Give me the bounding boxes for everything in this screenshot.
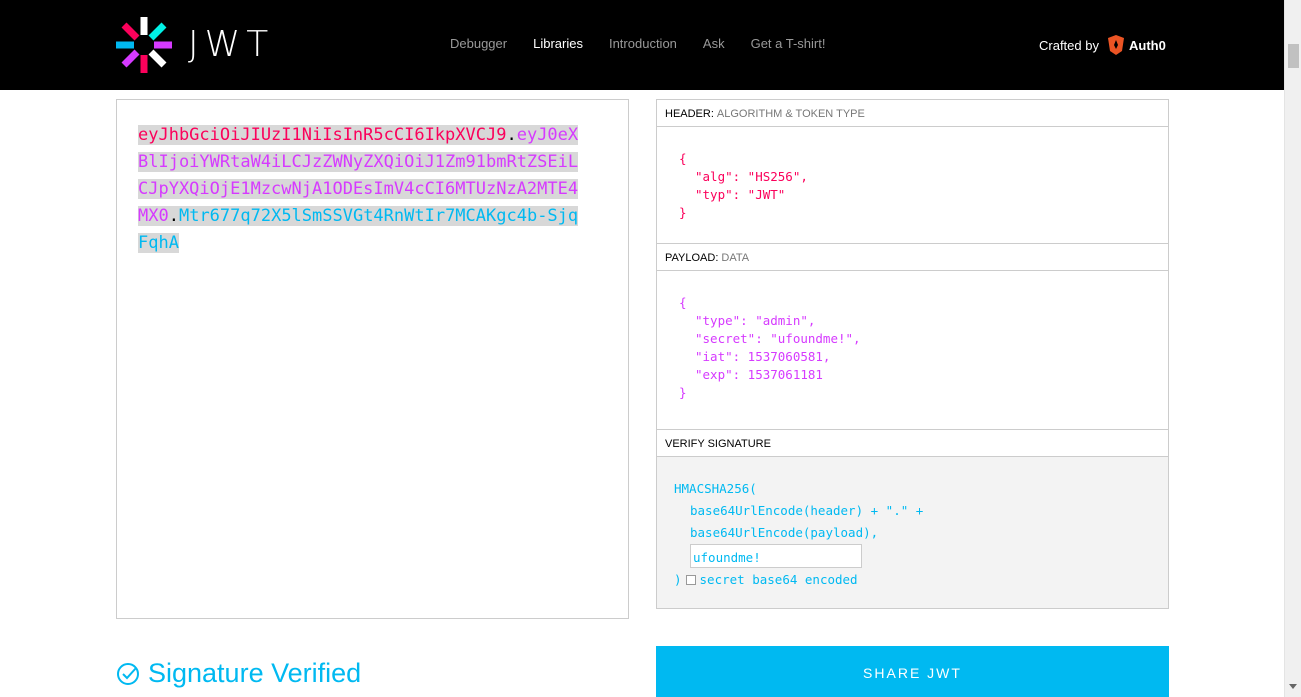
encoded-token-panel[interactable]: eyJhbGciOiJIUzI1NiIsInR5cCI6IkpXVCJ9.eyJ… <box>116 99 629 619</box>
crafted-by: Crafted by Auth0 <box>1039 35 1166 55</box>
top-navigation-bar: JWT Debugger Libraries Introduction Ask … <box>0 0 1284 90</box>
nav-libraries[interactable]: Libraries <box>533 36 583 51</box>
json-close-brace: } <box>679 385 687 400</box>
json-line: "type": "admin", <box>695 313 816 328</box>
nav-ask[interactable]: Ask <box>703 36 725 51</box>
payload-title: PAYLOAD: <box>665 252 719 264</box>
header-title: HEADER: <box>665 108 714 120</box>
share-jwt-button[interactable]: SHARE JWT <box>656 646 1169 697</box>
token-dot: . <box>506 125 517 145</box>
token-signature-part: Mtr677q72X5lSmSSVGt4RnWtIr7MCAKgc4b-SjqF… <box>138 206 579 253</box>
logo-wordmark[interactable]: JWT <box>188 24 274 65</box>
json-open-brace: { <box>679 295 687 310</box>
json-line: "alg": "HS256", <box>695 169 808 184</box>
encoded-token-text[interactable]: eyJhbGciOiJIUzI1NiIsInR5cCI6IkpXVCJ9.eyJ… <box>138 122 579 257</box>
payload-subtitle: DATA <box>721 252 750 264</box>
payload-section-title: PAYLOAD: DATA <box>656 243 1169 271</box>
payload-json-editor[interactable]: { "type": "admin", "secret": "ufoundme!"… <box>656 271 1169 429</box>
json-open-brace: { <box>679 151 687 166</box>
auth0-logo-icon <box>1107 35 1124 55</box>
jwt-logo-icon[interactable] <box>116 17 172 73</box>
header-json-editor[interactable]: { "alg": "HS256", "typ": "JWT" } <box>656 127 1169 243</box>
hmac-close-paren: ) <box>674 572 682 587</box>
nav-get-tshirt[interactable]: Get a T-shirt! <box>751 36 826 51</box>
main-nav: Debugger Libraries Introduction Ask Get … <box>450 36 851 51</box>
header-subtitle: ALGORITHM & TOKEN TYPE <box>716 108 865 120</box>
nav-debugger[interactable]: Debugger <box>450 36 507 51</box>
token-dot: . <box>168 206 179 226</box>
check-circle-icon <box>117 662 139 685</box>
base64-checkbox[interactable] <box>685 575 696 585</box>
nav-introduction[interactable]: Introduction <box>609 36 677 51</box>
crafted-by-label: Crafted by <box>1039 37 1099 53</box>
token-header-part: eyJhbGciOiJIUzI1NiIsInR5cCI6IkpXVCJ9 <box>138 125 507 145</box>
page-scrollbar[interactable] <box>1284 0 1301 697</box>
verify-signature-block: HMACSHA256( base64UrlEncode(header) + ".… <box>656 457 1169 609</box>
signature-verified-text: Signature Verified <box>148 658 362 688</box>
base64-checkbox-label[interactable]: secret base64 encoded <box>700 572 858 587</box>
scroll-down-arrow-icon[interactable] <box>1289 684 1297 689</box>
decoded-panel: HEADER: ALGORITHM & TOKEN TYPE { "alg": "… <box>656 99 1169 609</box>
scrollbar-thumb[interactable] <box>1288 44 1299 68</box>
signature-status: Signature Verified <box>116 658 361 689</box>
hmac-line: base64UrlEncode(header) + "." + <box>690 503 924 518</box>
json-line: "iat": 1537060581, <box>695 349 831 364</box>
json-close-brace: } <box>679 205 687 220</box>
header-section-title: HEADER: ALGORITHM & TOKEN TYPE <box>656 99 1169 127</box>
hmac-line: base64UrlEncode(payload), <box>690 525 879 540</box>
verify-title: VERIFY SIGNATURE <box>665 438 771 450</box>
secret-input[interactable]: ufoundme! <box>690 544 862 568</box>
json-line: "exp": 1537061181 <box>695 367 823 382</box>
auth0-link[interactable]: Auth0 <box>1107 35 1166 55</box>
json-line: "typ": "JWT" <box>695 187 786 202</box>
verify-section-title: VERIFY SIGNATURE <box>656 429 1169 457</box>
json-line: "secret": "ufoundme!", <box>695 331 861 346</box>
auth0-label: Auth0 <box>1128 37 1166 53</box>
hmac-function: HMACSHA256( <box>674 481 757 496</box>
